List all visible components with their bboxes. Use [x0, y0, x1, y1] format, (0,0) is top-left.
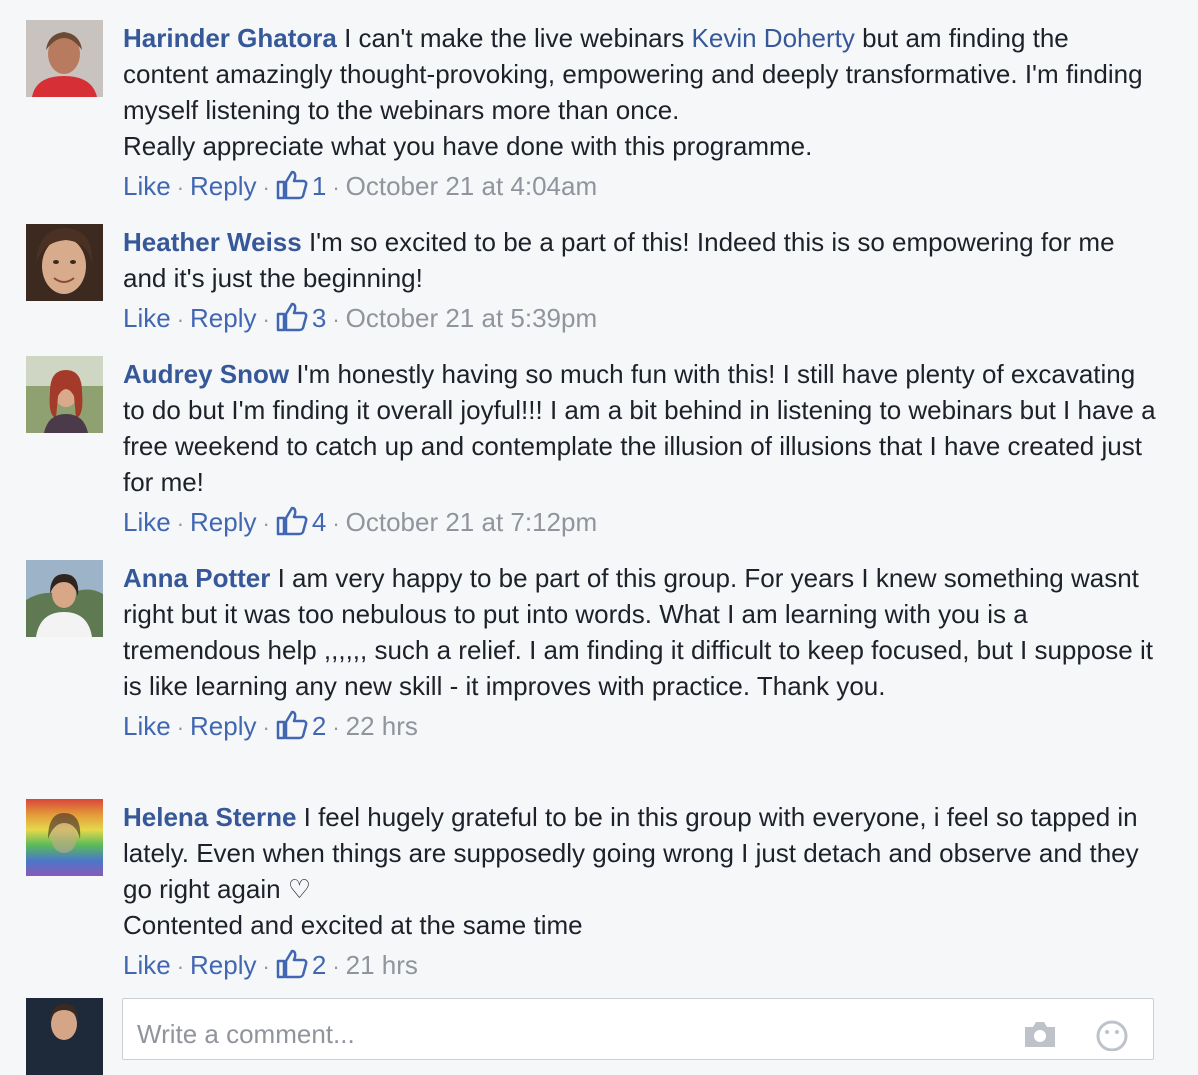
comment-input[interactable] — [137, 1019, 997, 1050]
like-button[interactable]: Like — [123, 950, 171, 980]
like-count[interactable]: 1 — [276, 170, 326, 201]
comment: Anna Potter I am very happy to be part o… — [0, 540, 1198, 779]
like-button[interactable]: Like — [123, 711, 171, 741]
comment-timestamp[interactable]: October 21 at 7:12pm — [346, 507, 597, 537]
thumbs-up-icon — [276, 710, 308, 751]
camera-icon[interactable] — [1021, 1017, 1059, 1051]
comment-timestamp[interactable]: October 21 at 4:04am — [346, 171, 597, 201]
comment-body: Heather Weiss I'm so excited to be a par… — [123, 204, 1158, 296]
avatar-image — [26, 356, 103, 433]
avatar-image — [26, 799, 103, 876]
avatar[interactable] — [26, 224, 103, 301]
avatar[interactable] — [26, 560, 103, 637]
comment-text: I am very happy to be part of this group… — [123, 563, 1153, 701]
avatar-image — [26, 998, 103, 1075]
comment-timestamp[interactable]: 21 hrs — [346, 950, 418, 980]
comment-text: Really appreciate what you have done wit… — [123, 131, 813, 161]
avatar-image — [26, 560, 103, 637]
reply-button[interactable]: Reply — [190, 950, 256, 980]
comment-author[interactable]: Audrey Snow — [123, 359, 289, 389]
comment-composer — [0, 998, 1198, 1075]
comment-text: I can't make the live webinars — [344, 23, 685, 53]
avatar[interactable] — [26, 799, 103, 876]
avatar[interactable] — [26, 356, 103, 433]
comment-text: Contented and excited at the same time — [123, 910, 583, 940]
comment-actions: Like · Reply · 2 · 21 hrs — [123, 945, 1158, 990]
reply-button[interactable]: Reply — [190, 507, 256, 537]
reply-button[interactable]: Reply — [190, 171, 256, 201]
like-button[interactable]: Like — [123, 507, 171, 537]
comment-timestamp[interactable]: October 21 at 5:39pm — [346, 303, 597, 333]
comment-body: Audrey Snow I'm honestly having so much … — [123, 336, 1158, 500]
mention-link[interactable]: Kevin Doherty — [692, 23, 855, 53]
thumbs-up-icon — [276, 949, 308, 990]
comment-author[interactable]: Harinder Ghatora — [123, 23, 337, 53]
avatar[interactable] — [26, 998, 103, 1075]
comment: Heather Weiss I'm so excited to be a par… — [0, 204, 1198, 336]
comment-list: Harinder Ghatora I can't make the live w… — [0, 0, 1198, 989]
like-count[interactable]: 4 — [276, 506, 326, 537]
avatar[interactable] — [26, 20, 103, 97]
comment-author[interactable]: Helena Sterne — [123, 802, 296, 832]
avatar-image — [26, 224, 103, 301]
comment-author[interactable]: Anna Potter — [123, 563, 270, 593]
comment: Helena Sterne I feel hugely grateful to … — [0, 779, 1198, 989]
like-count[interactable]: 2 — [276, 710, 326, 741]
comment: Audrey Snow I'm honestly having so much … — [0, 336, 1198, 540]
like-count[interactable]: 2 — [276, 949, 326, 980]
avatar-image — [26, 20, 103, 97]
emoji-icon[interactable] — [1093, 1017, 1131, 1052]
comment-actions: Like · Reply · 2 · 22 hrs — [123, 706, 1158, 751]
like-button[interactable]: Like — [123, 171, 171, 201]
comment-body: Helena Sterne I feel hugely grateful to … — [123, 779, 1158, 943]
reply-button[interactable]: Reply — [190, 711, 256, 741]
comment: Harinder Ghatora I can't make the live w… — [0, 0, 1198, 204]
comment-timestamp[interactable]: 22 hrs — [346, 711, 418, 741]
comment-body: Harinder Ghatora I can't make the live w… — [123, 0, 1158, 164]
comment-body: Anna Potter I am very happy to be part o… — [123, 540, 1158, 704]
like-button[interactable]: Like — [123, 303, 171, 333]
comment-author[interactable]: Heather Weiss — [123, 227, 302, 257]
like-count[interactable]: 3 — [276, 302, 326, 333]
comment-input-box[interactable] — [122, 998, 1154, 1060]
reply-button[interactable]: Reply — [190, 303, 256, 333]
